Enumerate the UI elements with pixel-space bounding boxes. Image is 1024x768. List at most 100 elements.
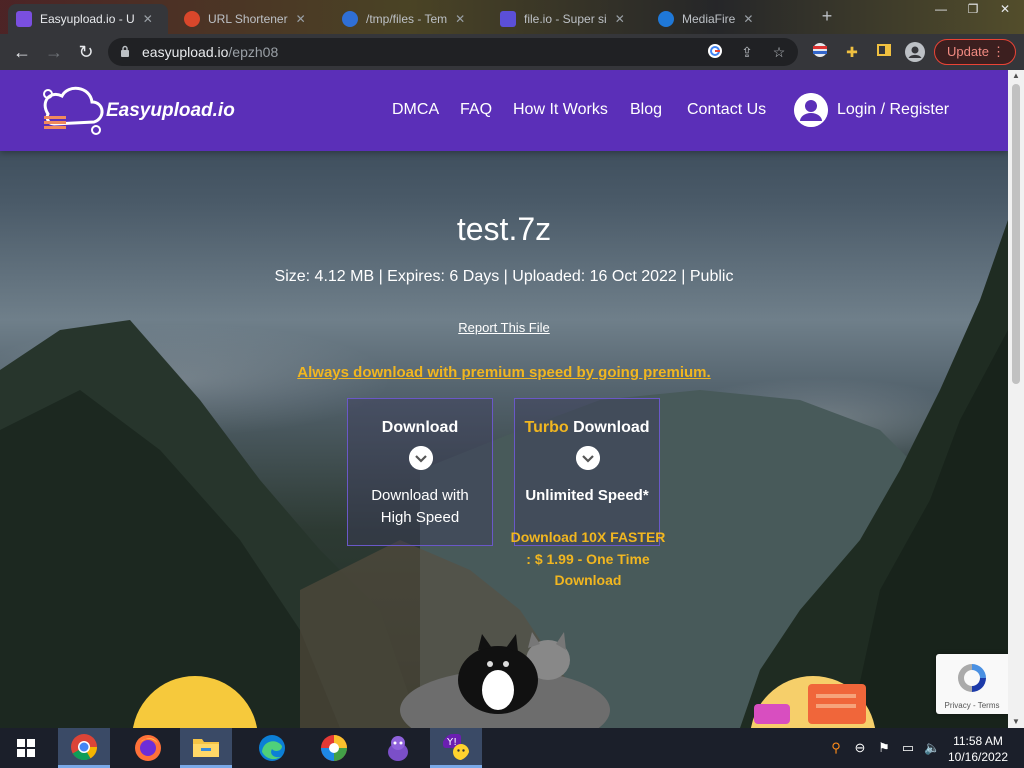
extensions-puzzle-icon[interactable]: ✚ bbox=[842, 42, 862, 62]
profile-avatar-icon[interactable] bbox=[905, 42, 925, 62]
forward-arrow-icon[interactable]: → bbox=[42, 40, 66, 64]
taskbar-picasa[interactable] bbox=[308, 728, 360, 768]
tab-file-io[interactable]: file.io - Super si ✕ bbox=[492, 4, 642, 34]
tab-title: Easyupload.io - U bbox=[40, 12, 135, 26]
nav-dmca[interactable]: DMCA bbox=[392, 101, 439, 119]
tab-title: URL Shortener bbox=[208, 12, 288, 26]
mediafire-favicon-icon bbox=[658, 11, 674, 27]
taskbar-file-explorer[interactable] bbox=[180, 728, 232, 768]
scroll-up-icon[interactable]: ▲ bbox=[1008, 70, 1024, 82]
chevron-down-icon bbox=[576, 446, 600, 470]
bonzi-icon bbox=[388, 736, 408, 761]
file-name: test.7z bbox=[456, 211, 552, 247]
url-shortener-favicon-icon bbox=[184, 11, 200, 27]
windows-taskbar: Y! ⚲ ⊖ ⚑ ▭ 🔈 11:58 AM 10/16/2022 bbox=[0, 728, 1024, 768]
recaptcha-badge[interactable]: Privacy - Terms bbox=[936, 654, 1008, 714]
file-meta: Size: 4.12 MB | Expires: 6 Days | Upload… bbox=[274, 268, 734, 285]
site-header: Easyupload.io DMCA FAQ How It Works Blog… bbox=[0, 70, 1008, 151]
url-domain: easyupload.io bbox=[142, 44, 229, 60]
clock-time: 11:58 AM bbox=[953, 734, 1003, 748]
scrollbar-thumb[interactable] bbox=[1012, 84, 1020, 384]
tab-tmp-files[interactable]: /tmp/files - Tem ✕ bbox=[334, 4, 484, 34]
easyupload-favicon-icon bbox=[16, 11, 32, 27]
turbo-price-note: Download 10X FASTER : $ 1.99 - One Time … bbox=[500, 527, 676, 592]
tab-url-shortener[interactable]: URL Shortener ✕ bbox=[176, 4, 326, 34]
new-tab-icon[interactable]: + bbox=[816, 6, 838, 28]
tab-close-icon[interactable]: ✕ bbox=[615, 12, 625, 26]
premium-link[interactable]: Always download with premium speed by go… bbox=[0, 364, 1008, 381]
tab-close-icon[interactable]: ✕ bbox=[296, 12, 306, 26]
update-button[interactable]: Update ⋮ bbox=[934, 39, 1016, 65]
scroll-down-icon[interactable]: ▼ bbox=[1008, 716, 1024, 728]
recaptcha-footer[interactable]: Privacy - Terms bbox=[936, 701, 1008, 710]
browser-toolbar: ← → ↻ easyupload.io/epzh08 ⇪ ☆ ✚ Update … bbox=[0, 34, 1024, 70]
side-panel-icon[interactable] bbox=[874, 42, 894, 62]
taskbar-yahoo-messenger[interactable]: Y! bbox=[430, 728, 482, 768]
volume-icon[interactable]: 🔈 bbox=[924, 740, 940, 756]
system-clock[interactable]: 11:58 AM 10/16/2022 bbox=[946, 733, 1010, 765]
tab-easyupload[interactable]: Easyupload.io - U ✕ bbox=[8, 4, 168, 34]
free-download-desc-line2: High Speed bbox=[380, 509, 460, 526]
yahoo-messenger-icon: Y! bbox=[443, 733, 469, 760]
turbo-word: Turbo bbox=[524, 419, 569, 436]
menu-kebab-icon[interactable]: ⋮ bbox=[992, 40, 1005, 64]
page-scrollbar[interactable]: ▲ ▼ bbox=[1008, 70, 1024, 728]
tab-mediafire[interactable]: MediaFire ✕ bbox=[650, 4, 810, 34]
web-page: Easyupload.io DMCA FAQ How It Works Blog… bbox=[0, 70, 1008, 728]
turbo-download-word: Download bbox=[573, 419, 650, 436]
network-icon[interactable]: ▭ bbox=[900, 740, 916, 756]
taskbar-firefox[interactable] bbox=[122, 728, 174, 768]
brand-name[interactable]: Easyupload.io bbox=[106, 100, 235, 122]
folder-icon bbox=[193, 738, 219, 757]
close-window-icon[interactable]: ✕ bbox=[990, 0, 1020, 18]
taskbar-edge[interactable] bbox=[246, 728, 298, 768]
edge-icon bbox=[259, 735, 285, 761]
chat-bubbles-icon bbox=[754, 684, 866, 724]
nav-faq[interactable]: FAQ bbox=[460, 101, 492, 119]
address-bar[interactable]: easyupload.io/epzh08 ⇪ ☆ bbox=[108, 38, 798, 66]
tray-app-icon[interactable]: ⊖ bbox=[852, 740, 868, 756]
tab-close-icon[interactable]: ✕ bbox=[143, 12, 153, 26]
back-arrow-icon[interactable]: ← bbox=[10, 40, 34, 64]
nav-contact-us[interactable]: Contact Us bbox=[687, 101, 766, 119]
chrome-icon bbox=[71, 733, 98, 760]
start-button[interactable] bbox=[0, 728, 52, 768]
tab-close-icon[interactable]: ✕ bbox=[743, 12, 753, 26]
reload-icon[interactable]: ↻ bbox=[74, 40, 98, 64]
free-download-desc-line1: Download with bbox=[371, 487, 469, 504]
free-download-title: Download bbox=[381, 419, 459, 436]
taskbar-bonzi[interactable] bbox=[372, 728, 424, 768]
profile-flag-icon[interactable] bbox=[810, 42, 830, 62]
taskbar-chrome[interactable] bbox=[58, 728, 110, 768]
flag-icon[interactable]: ⚑ bbox=[876, 740, 892, 756]
maximize-icon[interactable]: ❐ bbox=[958, 0, 988, 18]
lock-icon bbox=[121, 45, 129, 57]
tab-title: file.io - Super si bbox=[524, 12, 607, 26]
firefox-icon bbox=[135, 735, 161, 761]
share-icon[interactable]: ⇪ bbox=[738, 43, 756, 61]
search-icon[interactable]: ⚲ bbox=[828, 740, 844, 756]
tab-close-icon[interactable]: ✕ bbox=[455, 12, 465, 26]
nav-blog[interactable]: Blog bbox=[630, 101, 662, 119]
browser-tab-strip: Easyupload.io - U ✕ URL Shortener ✕ /tmp… bbox=[0, 0, 1024, 34]
tab-title: MediaFire bbox=[682, 12, 736, 26]
update-label: Update bbox=[947, 44, 989, 59]
login-register-link[interactable]: Login / Register bbox=[837, 101, 949, 119]
turbo-download-desc: Unlimited Speed* bbox=[525, 487, 649, 504]
minimize-icon[interactable]: — bbox=[926, 0, 956, 18]
user-avatar-icon[interactable] bbox=[794, 93, 828, 127]
bookmark-star-icon[interactable]: ☆ bbox=[770, 43, 788, 61]
clock-date: 10/16/2022 bbox=[947, 750, 1009, 764]
free-download-desc: Download with High Speed bbox=[348, 485, 492, 529]
file-io-favicon-icon bbox=[500, 11, 516, 27]
picasa-icon bbox=[321, 735, 347, 761]
turbo-note-line2: : $ 1.99 - One Time bbox=[526, 550, 650, 567]
google-lens-icon[interactable] bbox=[706, 43, 724, 61]
turbo-note-line3: Download bbox=[554, 572, 622, 588]
nav-how-it-works[interactable]: How It Works bbox=[513, 101, 608, 119]
report-file-link[interactable]: Report This File bbox=[0, 320, 1008, 335]
free-download-button[interactable]: Download Download with High Speed bbox=[347, 398, 493, 546]
url-text: easyupload.io/epzh08 bbox=[142, 44, 278, 60]
cat-illustration bbox=[400, 632, 610, 728]
turbo-download-button[interactable]: Turbo Download Unlimited Speed* bbox=[514, 398, 660, 546]
